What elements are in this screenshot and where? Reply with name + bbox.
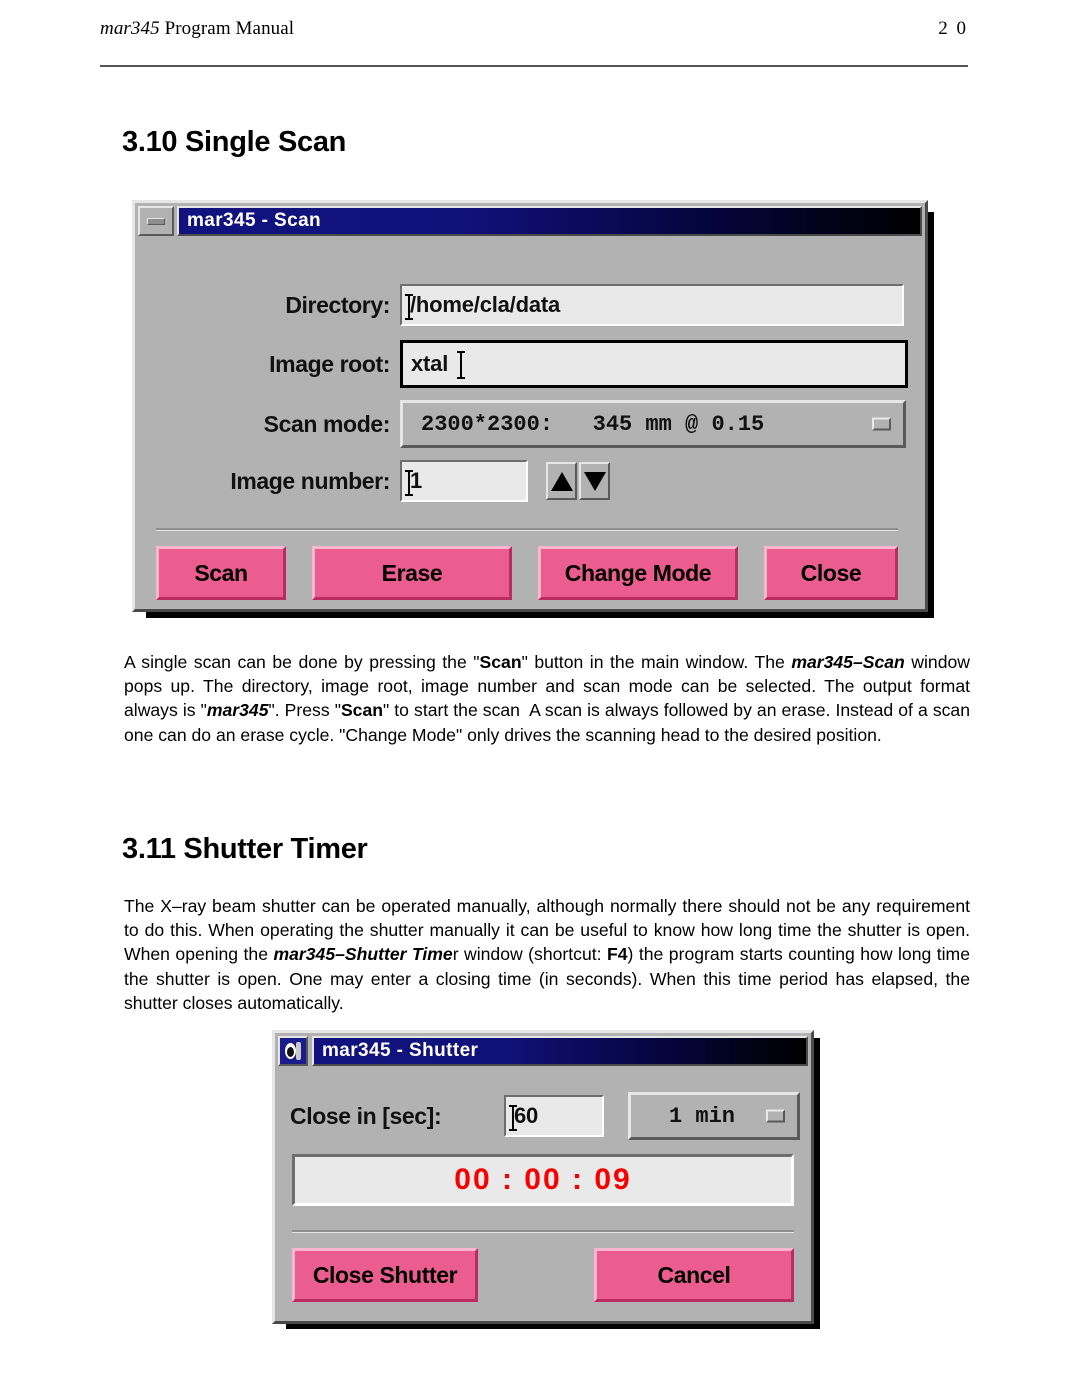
manual-title: mar345 Program Manual (100, 18, 294, 40)
shutter-titlebar-row: mar345 - Shutter (278, 1036, 808, 1066)
directory-row: Directory: /home/cla/data (138, 284, 922, 326)
image-number-stepper (546, 462, 610, 500)
image-number-decrement-button[interactable] (579, 462, 610, 500)
triangle-down-icon (583, 471, 606, 491)
cancel-button[interactable]: Cancel (594, 1248, 794, 1302)
scan-titlebar[interactable]: mar345 - Scan (177, 206, 922, 236)
scan-dialog-window: mar345 - Scan Directory: /home/cla/data … (132, 200, 928, 612)
shutter-window-shadow-right (814, 1038, 820, 1329)
change-mode-button[interactable]: Change Mode (538, 546, 738, 600)
preset-dropdown[interactable]: 1 min (628, 1092, 800, 1140)
triangle-up-icon (550, 471, 573, 491)
shutter-timer-paragraph: The X–ray beam shutter can be operated m… (124, 896, 970, 1013)
section-heading-single-scan: 3.10 Single Scan (122, 126, 347, 158)
shutter-button-bar: Close Shutter Cancel (292, 1248, 794, 1302)
text-caret-icon (405, 470, 413, 496)
page-number: 2 0 (938, 18, 968, 39)
shutter-titlebar[interactable]: mar345 - Shutter (312, 1036, 808, 1066)
scan-form-area: Directory: /home/cla/data Image root: xt… (138, 236, 922, 600)
directory-input[interactable]: /home/cla/data (400, 284, 904, 326)
close-shutter-button[interactable]: Close Shutter (292, 1248, 478, 1302)
image-root-label: Image root: (269, 350, 390, 377)
section-heading-shutter-timer: 3.11 Shutter Timer (122, 833, 368, 865)
directory-label: Directory: (285, 291, 390, 318)
scan-mode-value: 2300*2300: 345 mm @ 0.15 (421, 411, 765, 437)
close-in-label: Close in [sec]: (290, 1102, 442, 1129)
close-button[interactable]: Close (764, 546, 898, 600)
image-plate-icon (284, 1041, 302, 1061)
page-header: mar345 Program Manual 2 0 (100, 18, 968, 68)
erase-button[interactable]: Erase (312, 546, 512, 600)
shutter-dialog-window: mar345 - Shutter Close in [sec]: 60 1 mi… (272, 1030, 814, 1324)
scan-mode-label: Scan mode: (263, 410, 391, 437)
image-root-value: xtal (411, 351, 449, 376)
single-scan-paragraph: A single scan can be done by pressing th… (124, 652, 970, 745)
text-caret-icon (457, 351, 465, 379)
dropdown-indicator-icon (872, 417, 891, 431)
scan-window-shadow-right (928, 212, 934, 618)
manual-title-product: mar345 (100, 18, 160, 39)
scan-button-bar: Scan Erase Change Mode Close (156, 546, 916, 600)
close-in-row: Close in [sec]: 60 1 min (290, 1092, 800, 1140)
image-root-row: Image root: xtal (138, 340, 922, 388)
image-number-label: Image number: (230, 467, 390, 494)
scan-button[interactable]: Scan (156, 546, 286, 600)
image-number-input[interactable]: 1 (400, 460, 528, 502)
elapsed-timer-value: 00 : 00 : 09 (454, 1163, 632, 1196)
preset-value: 1 min (669, 1103, 736, 1129)
shutter-window-title: mar345 - Shutter (322, 1040, 479, 1061)
manual-title-rest: Program Manual (159, 18, 295, 39)
image-number-increment-button[interactable] (546, 462, 577, 500)
scan-mode-row: Scan mode: 2300*2300: 345 mm @ 0.15 (138, 400, 922, 448)
image-root-input[interactable]: xtal (400, 340, 908, 388)
dropdown-indicator-icon (766, 1109, 785, 1123)
scan-mode-dropdown[interactable]: 2300*2300: 345 mm @ 0.15 (400, 400, 906, 448)
close-in-input[interactable]: 60 (504, 1095, 604, 1137)
scan-window-title: mar345 - Scan (187, 210, 322, 231)
directory-value: /home/cla/data (410, 292, 561, 317)
elapsed-timer-display: 00 : 00 : 09 (292, 1154, 794, 1206)
scan-form-separator (156, 528, 898, 531)
window-menu-button[interactable] (278, 1036, 308, 1066)
header-rule (100, 65, 968, 67)
text-caret-icon (405, 294, 413, 320)
scan-titlebar-row: mar345 - Scan (138, 206, 922, 236)
scan-window-shadow-bottom (146, 612, 934, 618)
text-caret-icon (509, 1105, 517, 1131)
minimize-icon (147, 217, 165, 225)
shutter-form-area: Close in [sec]: 60 1 min 00 : 00 : 09 Cl… (278, 1066, 808, 1302)
image-number-row: Image number: 1 (138, 460, 922, 502)
minimize-button[interactable] (138, 206, 174, 236)
shutter-form-separator (292, 1230, 794, 1233)
